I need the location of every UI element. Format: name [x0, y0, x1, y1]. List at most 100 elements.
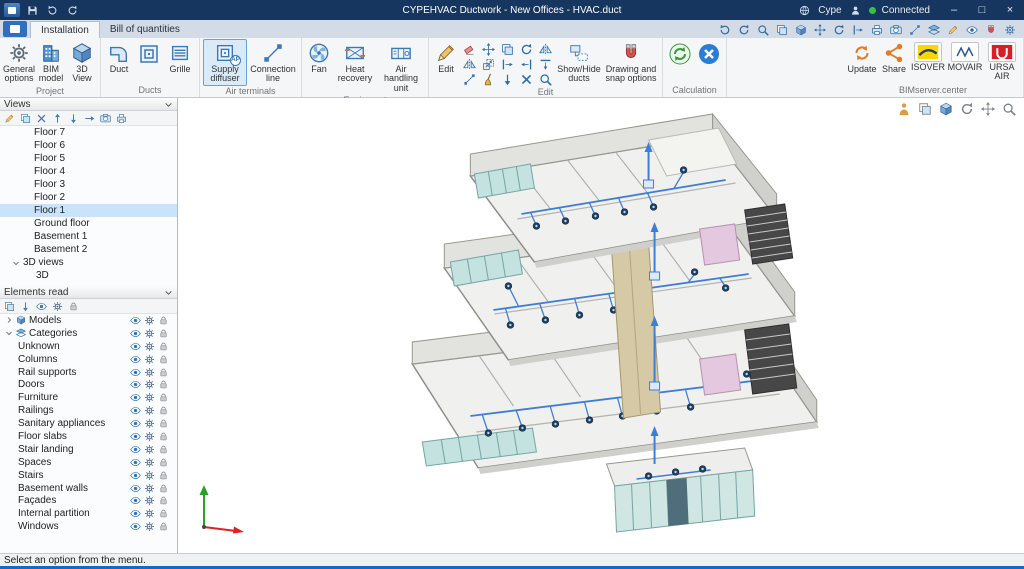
lock-icon[interactable] — [158, 508, 169, 519]
print-icon[interactable] — [869, 22, 885, 37]
element-category-windows[interactable]: Windows — [0, 520, 177, 533]
close-button[interactable]: × — [996, 0, 1024, 20]
config-gear-icon[interactable] — [144, 405, 155, 416]
pan-icon[interactable] — [812, 22, 828, 37]
config-gear-icon[interactable] — [144, 495, 155, 506]
grille-button[interactable]: Grille — [164, 39, 196, 76]
collapse-views-icon[interactable] — [164, 100, 173, 109]
capture-view-icon[interactable] — [98, 112, 113, 125]
lock-icon[interactable] — [158, 431, 169, 442]
view-item-floor-4[interactable]: Floor 4 — [0, 165, 177, 178]
split-tool-icon[interactable] — [518, 72, 535, 87]
save-icon[interactable] — [25, 3, 40, 17]
print-view-icon[interactable] — [114, 112, 129, 125]
info-tool-icon[interactable] — [537, 72, 554, 87]
tab-installation[interactable]: Installation — [30, 21, 100, 38]
element-category-furniture[interactable]: Furniture — [0, 391, 177, 404]
layers-icon[interactable] — [926, 22, 942, 37]
lock-icon[interactable] — [158, 367, 169, 378]
connection-line-button[interactable]: Connection line — [248, 39, 298, 86]
chevron-right-icon[interactable] — [5, 316, 13, 324]
supply-diffuser-button[interactable]: AP Supply diffuser — [203, 39, 247, 86]
tab-bill-of-quantities[interactable]: Bill of quantities — [100, 21, 190, 38]
redraw-icon[interactable] — [831, 22, 847, 37]
edit-view-icon[interactable] — [2, 112, 17, 125]
settings-icon[interactable] — [1002, 22, 1018, 37]
configure-all-icon[interactable] — [50, 300, 65, 313]
heat-recovery-button[interactable]: Heat recovery — [334, 39, 376, 86]
lock-icon[interactable] — [158, 470, 169, 481]
erase-tool-icon[interactable] — [461, 42, 478, 57]
front-view-icon[interactable] — [917, 101, 932, 116]
previous-view-icon[interactable] — [850, 22, 866, 37]
import-view-icon[interactable] — [82, 112, 97, 125]
measure-tool-icon[interactable] — [461, 72, 478, 87]
lock-icon[interactable] — [158, 315, 169, 326]
view-item-floor-5[interactable]: Floor 5 — [0, 152, 177, 165]
visibility-eye-icon[interactable] — [130, 367, 141, 378]
lock-icon[interactable] — [158, 328, 169, 339]
zoom-view-icon[interactable] — [1001, 101, 1016, 116]
chevron-down-icon[interactable] — [12, 259, 20, 267]
config-gear-icon[interactable] — [144, 341, 155, 352]
visibility-eye-icon[interactable] — [130, 354, 141, 365]
view-item-floor-2[interactable]: Floor 2 — [0, 191, 177, 204]
collapse-elements-icon[interactable] — [164, 288, 173, 297]
visibility-eye-icon[interactable] — [130, 392, 141, 403]
element-category-rail-supports[interactable]: Rail supports — [0, 366, 177, 379]
ursa-air-button[interactable]: URSA AIR — [984, 39, 1020, 84]
view-item-ground-floor[interactable]: Ground floor — [0, 217, 177, 230]
zoom-window-icon[interactable] — [774, 22, 790, 37]
move-tool-icon[interactable] — [480, 42, 497, 57]
config-gear-icon[interactable] — [144, 457, 155, 468]
invert-tool-icon[interactable] — [499, 72, 516, 87]
delete-view-icon[interactable] — [34, 112, 49, 125]
zoom-extents-icon[interactable] — [793, 22, 809, 37]
element-category-stair-landing[interactable]: Stair landing — [0, 443, 177, 456]
lock-icon[interactable] — [158, 341, 169, 352]
copy-tool-icon[interactable] — [499, 42, 516, 57]
bim-model-button[interactable]: BIM model — [36, 39, 66, 86]
undo-icon[interactable] — [45, 3, 60, 17]
edit-button[interactable]: Edit — [432, 39, 460, 76]
visibility-eye-icon[interactable] — [130, 444, 141, 455]
element-group-models[interactable]: Models — [0, 314, 177, 327]
search-icon[interactable] — [755, 22, 771, 37]
config-gear-icon[interactable] — [144, 328, 155, 339]
view-item-floor-6[interactable]: Floor 6 — [0, 139, 177, 152]
element-category-unknown[interactable]: Unknown — [0, 340, 177, 353]
measure-icon[interactable] — [907, 22, 923, 37]
general-options-button[interactable]: General options — [3, 39, 35, 86]
lock-icon[interactable] — [158, 392, 169, 403]
element-category-floor-slabs[interactable]: Floor slabs — [0, 430, 177, 443]
mirror-copy-tool-icon[interactable] — [537, 42, 554, 57]
duplicate-view-icon[interactable] — [18, 112, 33, 125]
user-icon[interactable] — [848, 3, 863, 17]
config-gear-icon[interactable] — [144, 483, 155, 494]
element-category-basement-walls[interactable]: Basement walls — [0, 482, 177, 495]
align-right-tool-icon[interactable] — [518, 57, 535, 72]
visibility-eye-icon[interactable] — [130, 341, 141, 352]
config-gear-icon[interactable] — [144, 367, 155, 378]
mirror-move-tool-icon[interactable] — [461, 57, 478, 72]
align-top-tool-icon[interactable] — [537, 57, 554, 72]
isover-button[interactable]: ISOVER — [910, 39, 946, 74]
visibility-eye-icon[interactable] — [130, 470, 141, 481]
element-category-spaces[interactable]: Spaces — [0, 456, 177, 469]
app-icon[interactable] — [4, 3, 20, 17]
view-item-floor-1[interactable]: Floor 1 — [0, 204, 177, 217]
element-category-railings[interactable]: Railings — [0, 404, 177, 417]
3d-view-button[interactable]: 3D View — [67, 39, 97, 86]
view-item-3d[interactable]: 3D — [0, 269, 177, 282]
rotate-tool-icon[interactable] — [518, 42, 535, 57]
visibility-eye-icon[interactable] — [130, 521, 141, 532]
collapse-all-icon[interactable] — [18, 300, 33, 313]
iso-view-icon[interactable] — [938, 101, 953, 116]
visibility-eye-icon[interactable] — [130, 315, 141, 326]
duct-fitting-button[interactable] — [135, 39, 163, 69]
clean-tool-icon[interactable] — [480, 72, 497, 87]
walkthrough-icon[interactable] — [896, 101, 911, 116]
config-gear-icon[interactable] — [144, 508, 155, 519]
element-category-sanitary-appliances[interactable]: Sanitary appliances — [0, 417, 177, 430]
visibility-icon[interactable] — [964, 22, 980, 37]
